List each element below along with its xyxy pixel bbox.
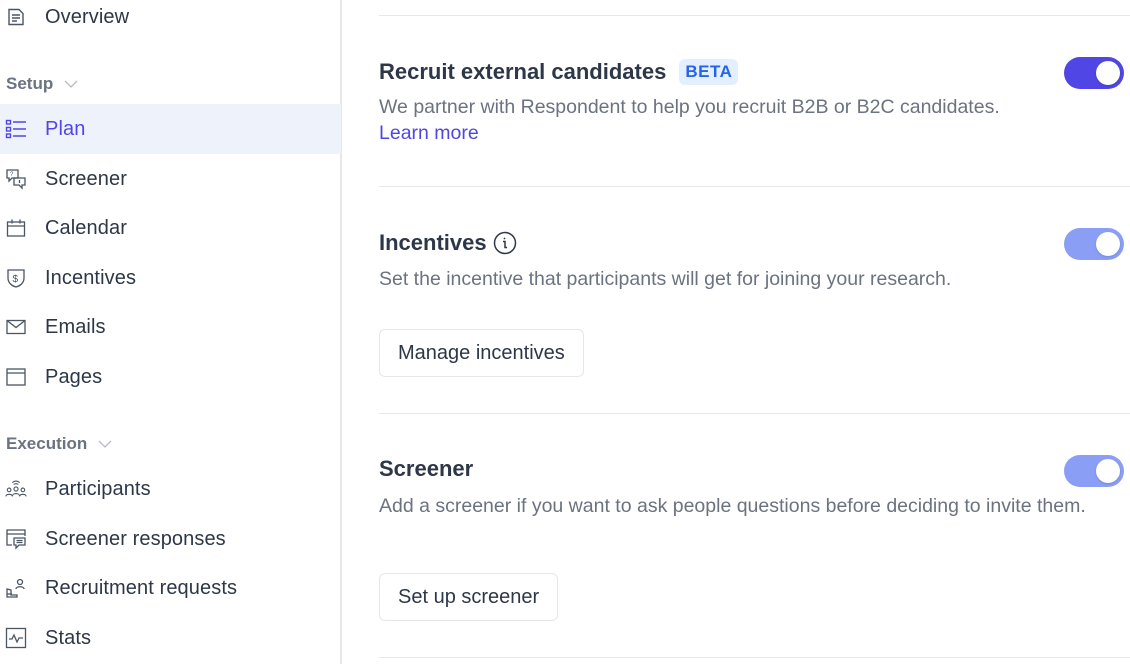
- section-header-setup[interactable]: Setup: [6, 74, 79, 94]
- section-description: Add a screener if you want to ask people…: [379, 495, 1086, 517]
- sidebar: Overview Setup Plan ? Screener Calendar …: [0, 0, 342, 664]
- calendar-icon: [5, 217, 27, 239]
- sidebar-item-label: Calendar: [45, 216, 127, 239]
- sidebar-item-incentives[interactable]: $ Incentives: [0, 253, 341, 303]
- activity-chart-icon: [5, 627, 27, 649]
- section-title-text: Incentives: [379, 230, 487, 255]
- sidebar-item-label: Screener responses: [45, 527, 226, 550]
- screener-toggle[interactable]: [1064, 455, 1124, 487]
- divider: [379, 657, 1130, 658]
- recruit-person-icon: [5, 577, 27, 599]
- people-group-icon: [5, 478, 27, 500]
- sidebar-item-screener[interactable]: ? Screener: [0, 154, 341, 204]
- toggle-knob: [1096, 459, 1120, 483]
- list-icon: [5, 118, 27, 140]
- toggle-knob: [1096, 61, 1120, 85]
- info-icon[interactable]: [493, 231, 517, 255]
- sidebar-item-plan[interactable]: Plan: [0, 104, 341, 154]
- sidebar-item-stats[interactable]: Stats: [0, 613, 341, 663]
- divider: [379, 186, 1130, 187]
- sidebar-item-calendar[interactable]: Calendar: [0, 203, 341, 253]
- section-title: Screener: [379, 456, 473, 482]
- sidebar-item-emails[interactable]: Emails: [0, 302, 341, 352]
- section-description: We partner with Respondent to help you r…: [379, 96, 1000, 118]
- document-icon: [5, 6, 27, 28]
- section-header-label: Setup: [6, 74, 54, 93]
- shield-dollar-icon: $: [5, 267, 27, 289]
- section-title: Incentives: [379, 230, 517, 256]
- manage-incentives-button[interactable]: Manage incentives: [379, 329, 584, 377]
- chevron-down-icon: [63, 76, 79, 92]
- sidebar-item-recruitment-requests[interactable]: Recruitment requests: [0, 563, 341, 613]
- sidebar-item-label: Emails: [45, 315, 106, 338]
- sidebar-item-screener-responses[interactable]: Screener responses: [0, 514, 341, 564]
- learn-more-link[interactable]: Learn more: [379, 122, 479, 145]
- sidebar-item-label: Overview: [45, 5, 130, 28]
- section-title: Recruit external candidates BETA: [379, 59, 739, 85]
- sidebar-item-participants[interactable]: Participants: [0, 464, 341, 514]
- browser-window-icon: [5, 366, 27, 388]
- section-title-text: Recruit external candidates: [379, 59, 667, 84]
- plan-settings: Recruit external candidates BETA We part…: [379, 0, 1130, 664]
- section-title-text: Screener: [379, 456, 474, 481]
- divider: [379, 15, 1130, 16]
- incentives-toggle[interactable]: [1064, 228, 1124, 260]
- sidebar-item-label: Plan: [45, 117, 86, 140]
- chat-question-icon: ?: [5, 168, 27, 190]
- sidebar-item-label: Stats: [45, 626, 92, 649]
- recruit-external-toggle[interactable]: [1064, 57, 1124, 89]
- sidebar-item-overview[interactable]: Overview: [0, 0, 341, 42]
- section-header-label: Execution: [6, 434, 88, 453]
- sidebar-item-label: Screener: [45, 167, 127, 190]
- toggle-knob: [1096, 232, 1120, 256]
- sidebar-item-label: Recruitment requests: [45, 576, 238, 599]
- set-up-screener-button[interactable]: Set up screener: [379, 573, 559, 621]
- sidebar-item-label: Incentives: [45, 266, 137, 289]
- beta-badge: BETA: [679, 59, 739, 85]
- divider: [379, 413, 1130, 414]
- svg-text:?: ?: [10, 172, 14, 178]
- sidebar-item-label: Participants: [45, 477, 151, 500]
- section-header-execution[interactable]: Execution: [6, 434, 113, 454]
- sidebar-item-label: Pages: [45, 365, 103, 388]
- svg-text:$: $: [13, 274, 19, 285]
- sidebar-item-pages[interactable]: Pages: [0, 352, 341, 402]
- chevron-down-icon: [97, 436, 113, 452]
- window-chat-icon: [5, 528, 27, 550]
- envelope-icon: [5, 316, 27, 338]
- section-description: Set the incentive that participants will…: [379, 268, 952, 290]
